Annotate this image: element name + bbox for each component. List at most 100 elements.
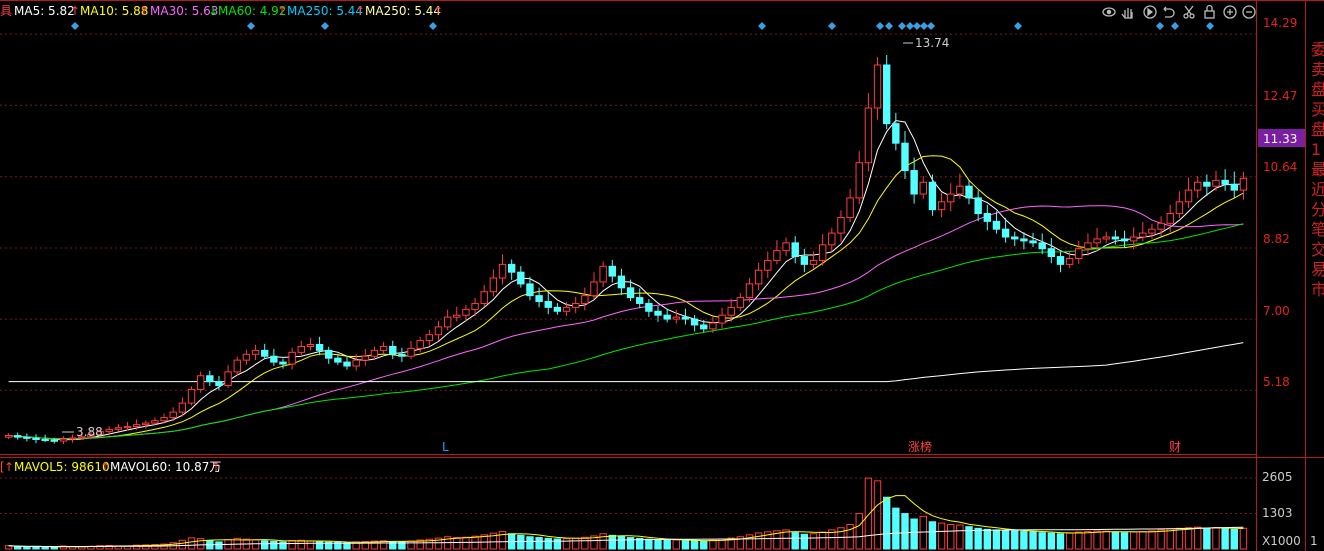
eye-icon[interactable] xyxy=(1102,7,1116,17)
signal-diamond[interactable] xyxy=(429,22,437,30)
candle-body[interactable] xyxy=(1184,189,1193,203)
event-label[interactable]: 财 xyxy=(1169,440,1181,454)
candle-body[interactable] xyxy=(68,437,77,440)
candle-body[interactable] xyxy=(1148,228,1156,234)
candle-body[interactable] xyxy=(270,355,278,363)
signal-diamond[interactable] xyxy=(876,22,884,30)
candle-body[interactable] xyxy=(196,375,205,390)
candle-body[interactable] xyxy=(517,271,525,285)
candle-body[interactable] xyxy=(864,107,873,164)
candle-body[interactable] xyxy=(370,349,379,357)
refresh-icon[interactable] xyxy=(1163,6,1175,18)
candle-body[interactable] xyxy=(645,302,653,312)
candle-body[interactable] xyxy=(947,193,955,203)
candle-body[interactable] xyxy=(617,275,626,289)
signal-diamond[interactable] xyxy=(1206,22,1214,30)
candle-body[interactable] xyxy=(581,295,589,304)
candle-body[interactable] xyxy=(114,427,123,430)
candle-body[interactable] xyxy=(544,301,552,308)
candle-body[interactable] xyxy=(818,244,827,261)
candle-body[interactable] xyxy=(416,340,424,349)
signal-diamond[interactable] xyxy=(920,22,928,30)
candle-body[interactable] xyxy=(1093,238,1101,244)
candle-body[interactable] xyxy=(754,269,763,285)
candle-body[interactable] xyxy=(992,220,1001,230)
candle-body[interactable] xyxy=(974,197,982,215)
candle-body[interactable] xyxy=(892,123,900,144)
hand-icon[interactable] xyxy=(1121,8,1133,19)
candle-body[interactable] xyxy=(873,64,882,109)
signal-diamond[interactable] xyxy=(898,22,906,30)
candle-body[interactable] xyxy=(636,297,644,304)
candle-body[interactable] xyxy=(297,345,305,353)
candle-body[interactable] xyxy=(453,314,461,318)
candle-body[interactable] xyxy=(105,428,113,433)
candle-body[interactable] xyxy=(151,420,159,424)
candle-body[interactable] xyxy=(718,314,726,324)
signal-diamond[interactable] xyxy=(321,22,329,30)
candle-body[interactable] xyxy=(343,361,351,367)
candle-body[interactable] xyxy=(1065,258,1074,265)
signal-diamond[interactable] xyxy=(885,22,893,30)
candle-body[interactable] xyxy=(1038,242,1046,250)
candle-body[interactable] xyxy=(379,345,388,351)
candle-body[interactable] xyxy=(663,314,671,320)
candle-body[interactable] xyxy=(773,250,781,261)
candle-body[interactable] xyxy=(1001,228,1010,238)
candle-body[interactable] xyxy=(187,388,196,404)
candle-body[interactable] xyxy=(14,435,22,438)
zoom-out-icon[interactable] xyxy=(1242,5,1256,19)
candle-body[interactable] xyxy=(178,402,187,413)
candle-body[interactable] xyxy=(1212,179,1220,187)
signal-diamond[interactable] xyxy=(247,22,255,30)
candle-body[interactable] xyxy=(535,295,543,302)
candle-body[interactable] xyxy=(1047,248,1056,258)
candle-body[interactable] xyxy=(1020,238,1028,242)
candle-body[interactable] xyxy=(736,297,745,308)
lock-icon[interactable] xyxy=(1204,4,1215,19)
candle-body[interactable] xyxy=(791,242,799,258)
candle-body[interactable] xyxy=(855,162,863,199)
candle-body[interactable] xyxy=(1056,256,1065,265)
candle-body[interactable] xyxy=(727,306,735,316)
candle-body[interactable] xyxy=(123,426,132,429)
candle-body[interactable] xyxy=(1139,232,1147,238)
candle-body[interactable] xyxy=(434,326,443,336)
candle-body[interactable] xyxy=(1120,238,1129,242)
candle-body[interactable] xyxy=(526,283,534,297)
candle-body[interactable] xyxy=(50,439,59,442)
candle-body[interactable] xyxy=(571,302,580,308)
candle-body[interactable] xyxy=(443,316,452,328)
candle-body[interactable] xyxy=(782,242,790,252)
signal-diamond[interactable] xyxy=(906,22,914,30)
candle-body[interactable] xyxy=(398,353,406,357)
candle-body[interactable] xyxy=(828,232,836,246)
candle-body[interactable] xyxy=(965,185,973,199)
candle-body[interactable] xyxy=(260,349,269,357)
candle-body[interactable] xyxy=(681,316,690,320)
candle-body[interactable] xyxy=(846,197,854,218)
candlestick-series[interactable] xyxy=(4,54,1248,445)
candle-body[interactable] xyxy=(672,316,681,320)
signal-diamond[interactable] xyxy=(71,22,79,30)
zoom-in-icon[interactable] xyxy=(1223,5,1237,19)
candle-body[interactable] xyxy=(1230,183,1238,191)
stock-kline-chart[interactable]: 具 MA5: 5.82 ↑ MA10: 5.88 ↑ MA30: 5.63 ↓ … xyxy=(0,0,1324,551)
candle-body[interactable] xyxy=(1129,236,1138,242)
candle-body[interactable] xyxy=(745,283,754,299)
candle-body[interactable] xyxy=(709,322,717,330)
candle-body[interactable] xyxy=(901,142,909,172)
signal-diamond[interactable] xyxy=(913,22,921,30)
candle-body[interactable] xyxy=(41,438,49,441)
candle-body[interactable] xyxy=(910,170,918,195)
candle-body[interactable] xyxy=(224,371,232,387)
candle-body[interactable] xyxy=(1221,179,1229,185)
candle-body[interactable] xyxy=(489,277,498,293)
candle-body[interactable] xyxy=(1193,181,1202,191)
signal-diamond[interactable] xyxy=(758,22,766,30)
candle-body[interactable] xyxy=(288,351,296,365)
candle-body[interactable] xyxy=(882,64,891,125)
candle-body[interactable] xyxy=(1075,248,1083,260)
candle-body[interactable] xyxy=(23,436,31,439)
scissors-icon[interactable] xyxy=(1183,5,1195,19)
